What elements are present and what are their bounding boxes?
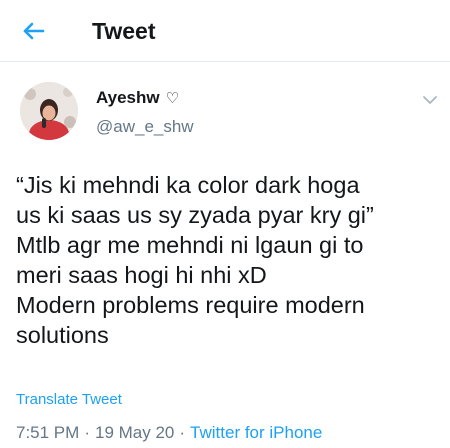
tweet-text: “Jis ki mehndi ka color dark hoga us ki … — [16, 170, 440, 350]
heart-outline-icon: ♡ — [165, 89, 180, 107]
tweet-line: Modern problems require modern — [16, 292, 365, 318]
separator: · — [179, 423, 186, 442]
separator: · — [84, 423, 90, 442]
tweet-line: meri saas hogi hi nhi xD — [16, 262, 267, 288]
display-name: Ayeshw — [96, 88, 160, 107]
tweet-line: us ki saas us sy zyada pyar kry gi” — [16, 202, 374, 228]
tweet-line: Mtlb agr me mehndi ni lgaun gi to — [16, 232, 364, 258]
tweet-time: 7:51 PM — [16, 423, 80, 442]
tweet-source-link[interactable]: Twitter for iPhone — [190, 423, 322, 442]
tweet-line: “Jis ki mehndi ka color dark hoga — [16, 172, 360, 198]
chevron-down-icon — [423, 96, 437, 104]
avatar[interactable] — [20, 82, 78, 140]
top-bar: Tweet — [0, 0, 450, 62]
user-handle[interactable]: @aw_e_shw — [96, 116, 194, 138]
back-button[interactable] — [18, 16, 50, 46]
translate-tweet-link[interactable]: Translate Tweet — [16, 390, 122, 410]
tweet-date: 19 May 20 — [94, 423, 175, 442]
author-name-row[interactable]: Ayeshw ♡ — [96, 86, 179, 110]
tweet-meta: 7:51 PM · 19 May 20 · Twitter for iPhone — [16, 422, 322, 444]
tweet-line: solutions — [16, 322, 109, 348]
page-title: Tweet — [92, 18, 156, 44]
profile-photo — [20, 82, 78, 140]
more-options-button[interactable] — [418, 92, 442, 108]
arrow-left-icon — [23, 22, 45, 40]
